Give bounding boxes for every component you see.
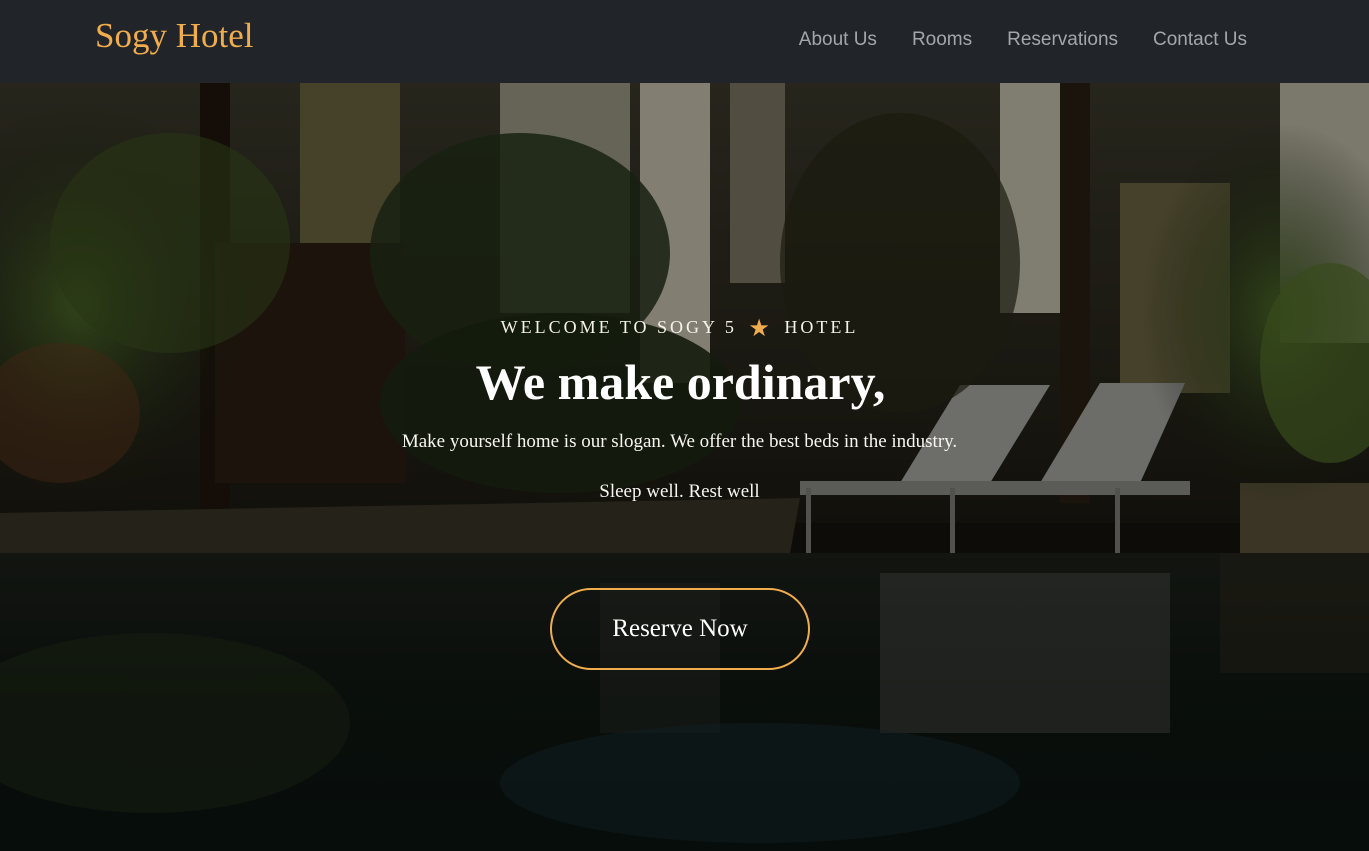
welcome-suffix: HOTEL [784, 317, 859, 337]
nav-item-rooms: Rooms [912, 30, 972, 50]
nav-item-reservations: Reservations [1007, 30, 1118, 50]
nav-link-rooms[interactable]: Rooms [912, 29, 972, 50]
navbar: Sogy Hotel About Us Rooms Reservations C… [0, 0, 1369, 83]
welcome-prefix: WELCOME TO SOGY 5 [500, 317, 737, 337]
reserve-now-button[interactable]: Reserve Now [550, 588, 810, 670]
nav-item-contact: Contact Us [1153, 30, 1247, 50]
hero-section: WELCOME TO SOGY 5 ★ HOTEL We make ordina… [0, 83, 1369, 851]
nav-link-reservations[interactable]: Reservations [1007, 29, 1118, 50]
nav-links: About Us Rooms Reservations Contact Us [799, 30, 1247, 50]
welcome-heading: WELCOME TO SOGY 5 ★ HOTEL [0, 311, 1359, 342]
hero-headline: We make ordinary, [475, 354, 886, 410]
star-icon: ★ [748, 316, 773, 342]
nav-link-contact-us[interactable]: Contact Us [1153, 29, 1247, 50]
hero-dark-overlay [0, 83, 1369, 851]
hero-subtagline: Sleep well. Rest well [599, 481, 760, 502]
nav-item-about: About Us [799, 30, 877, 50]
brand-logo[interactable]: Sogy Hotel [95, 18, 253, 53]
hero-tagline: Make yourself home is our slogan. We off… [401, 431, 958, 452]
nav-link-about-us[interactable]: About Us [799, 29, 877, 50]
